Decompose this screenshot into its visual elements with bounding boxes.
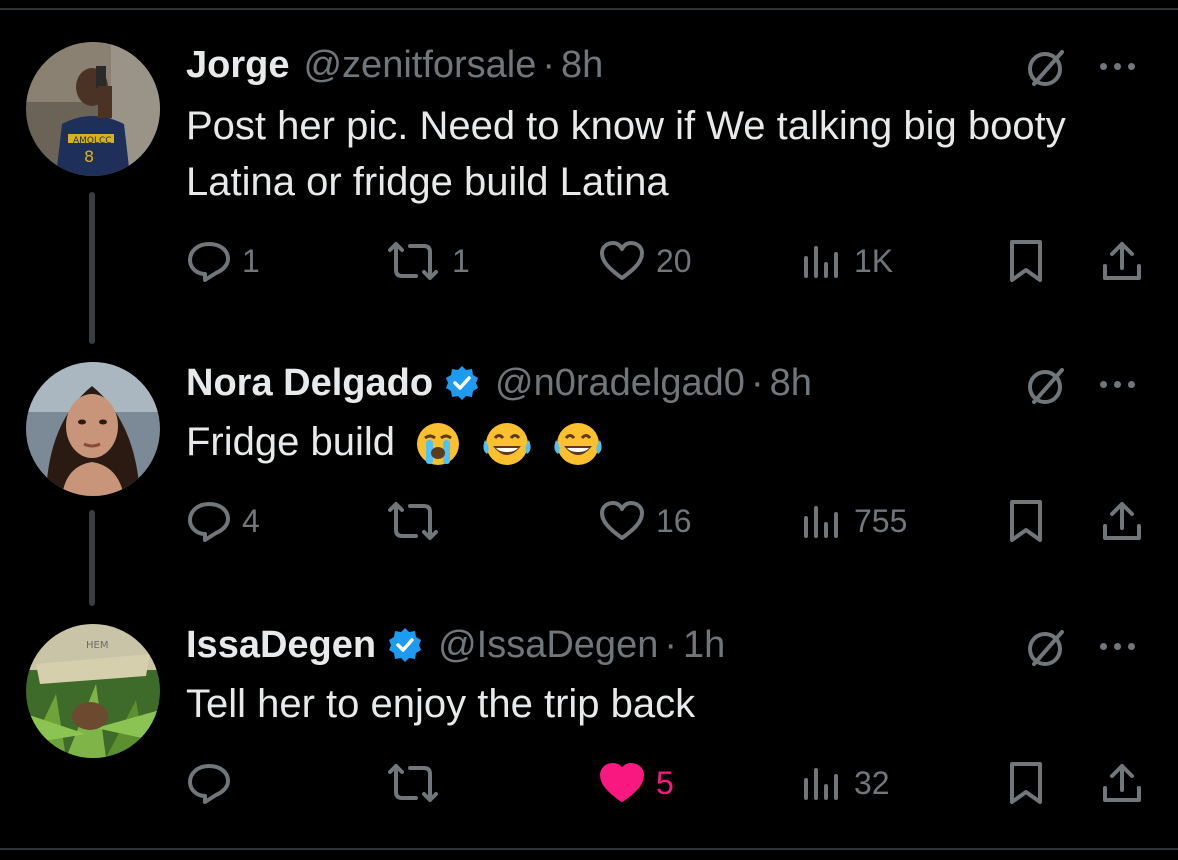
share-icon (1103, 764, 1141, 802)
more-options-icon[interactable] (1100, 374, 1150, 394)
loudly-crying-face-emoji-icon (417, 423, 460, 466)
like-button[interactable]: 5 (598, 758, 674, 808)
tweet-header: Jorge @zenitforsale · 8h (186, 42, 603, 88)
repost-icon (388, 764, 438, 802)
display-name[interactable]: IssaDegen (186, 622, 376, 668)
user-handle[interactable]: @zenitforsale (303, 42, 536, 88)
bottom-divider (0, 848, 1178, 850)
bookmark-button[interactable] (1006, 496, 1046, 546)
tweet-actions: 1 1 20 1K (186, 236, 1146, 286)
reply-icon (188, 764, 230, 804)
verified-badge-icon[interactable] (443, 364, 481, 402)
avatar[interactable]: HEM (26, 624, 160, 758)
repost-icon (388, 242, 438, 280)
analytics-icon (804, 246, 838, 278)
display-name[interactable]: Jorge (186, 42, 289, 88)
tweet-actions: 4 16 755 (186, 496, 1146, 546)
reply-count: 4 (242, 502, 260, 539)
repost-icon (388, 502, 438, 540)
top-divider (0, 8, 1178, 10)
view-count: 1K (854, 242, 894, 279)
like-count: 20 (656, 242, 692, 279)
reply-icon (188, 502, 230, 542)
bookmark-button[interactable] (1006, 758, 1046, 808)
views-button[interactable]: 1K (800, 236, 893, 286)
grok-icon[interactable] (1022, 42, 1072, 92)
tweet-header: IssaDegen @IssaDegen · 1h (186, 622, 725, 668)
separator-dot: · (664, 624, 677, 666)
bookmark-icon (1010, 762, 1042, 804)
heart-icon (600, 501, 644, 540)
share-button[interactable] (1100, 496, 1144, 546)
thread-line (89, 510, 95, 606)
face-with-tears-of-joy-emoji-icon (483, 423, 531, 466)
tweet-text-container: Fridge build (186, 414, 1086, 470)
user-handle[interactable]: @n0radelgad0 (495, 360, 745, 406)
verified-badge-icon[interactable] (386, 626, 424, 664)
share-icon (1103, 502, 1141, 540)
analytics-icon (804, 506, 838, 538)
face-with-tears-of-joy-emoji-icon (554, 423, 602, 466)
reply-button[interactable]: 1 (186, 236, 260, 286)
reply-button[interactable] (186, 758, 242, 808)
svg-text:HEM: HEM (86, 640, 108, 651)
bookmark-icon (1010, 500, 1042, 542)
repost-button[interactable]: 1 (384, 236, 470, 286)
svg-text:8: 8 (84, 147, 94, 166)
view-count: 32 (854, 764, 890, 801)
like-count: 16 (656, 502, 692, 539)
bookmark-button[interactable] (1006, 236, 1046, 286)
display-name[interactable]: Nora Delgado (186, 360, 433, 406)
svg-text:AMOLCC: AMOLCC (73, 136, 112, 146)
like-button[interactable]: 20 (598, 236, 692, 286)
more-options-icon[interactable] (1100, 636, 1150, 656)
reply-icon (188, 242, 230, 282)
thread-line (89, 192, 95, 344)
reply-button[interactable]: 4 (186, 496, 260, 546)
bookmark-icon (1010, 240, 1042, 282)
share-button[interactable] (1100, 236, 1144, 286)
avatar[interactable]: AMOLCC 8 (26, 42, 160, 176)
separator-dot: · (750, 362, 764, 404)
heart-icon (600, 241, 644, 280)
repost-count: 1 (452, 242, 470, 279)
user-handle[interactable]: @IssaDegen (438, 622, 658, 668)
tweet-text: Fridge build (186, 420, 396, 464)
grok-icon[interactable] (1022, 360, 1072, 410)
views-button[interactable]: 755 (800, 496, 907, 546)
reply-count: 1 (242, 242, 260, 279)
view-count: 755 (854, 502, 908, 539)
repost-button[interactable] (384, 496, 452, 546)
timestamp[interactable]: 8h (561, 42, 603, 88)
tweet-actions: 5 32 (186, 758, 1146, 808)
tweet-text: Post her pic. Need to know if We talking… (186, 104, 1066, 204)
views-button[interactable]: 32 (800, 758, 890, 808)
share-icon (1103, 242, 1141, 280)
repost-button[interactable] (384, 758, 452, 808)
like-count: 5 (656, 764, 674, 801)
timestamp[interactable]: 1h (683, 622, 725, 668)
timestamp[interactable]: 8h (770, 360, 812, 406)
separator-dot: · (542, 44, 556, 86)
grok-icon[interactable] (1022, 622, 1072, 672)
tweet-text: Tell her to enjoy the trip back (186, 682, 696, 726)
more-options-icon[interactable] (1100, 56, 1150, 76)
analytics-icon (804, 768, 838, 800)
avatar[interactable] (26, 362, 160, 496)
tweet-header: Nora Delgado @n0radelgad0 · 8h (186, 360, 812, 406)
like-button[interactable]: 16 (598, 496, 692, 546)
heart-filled-icon (600, 763, 644, 802)
share-button[interactable] (1100, 758, 1144, 808)
